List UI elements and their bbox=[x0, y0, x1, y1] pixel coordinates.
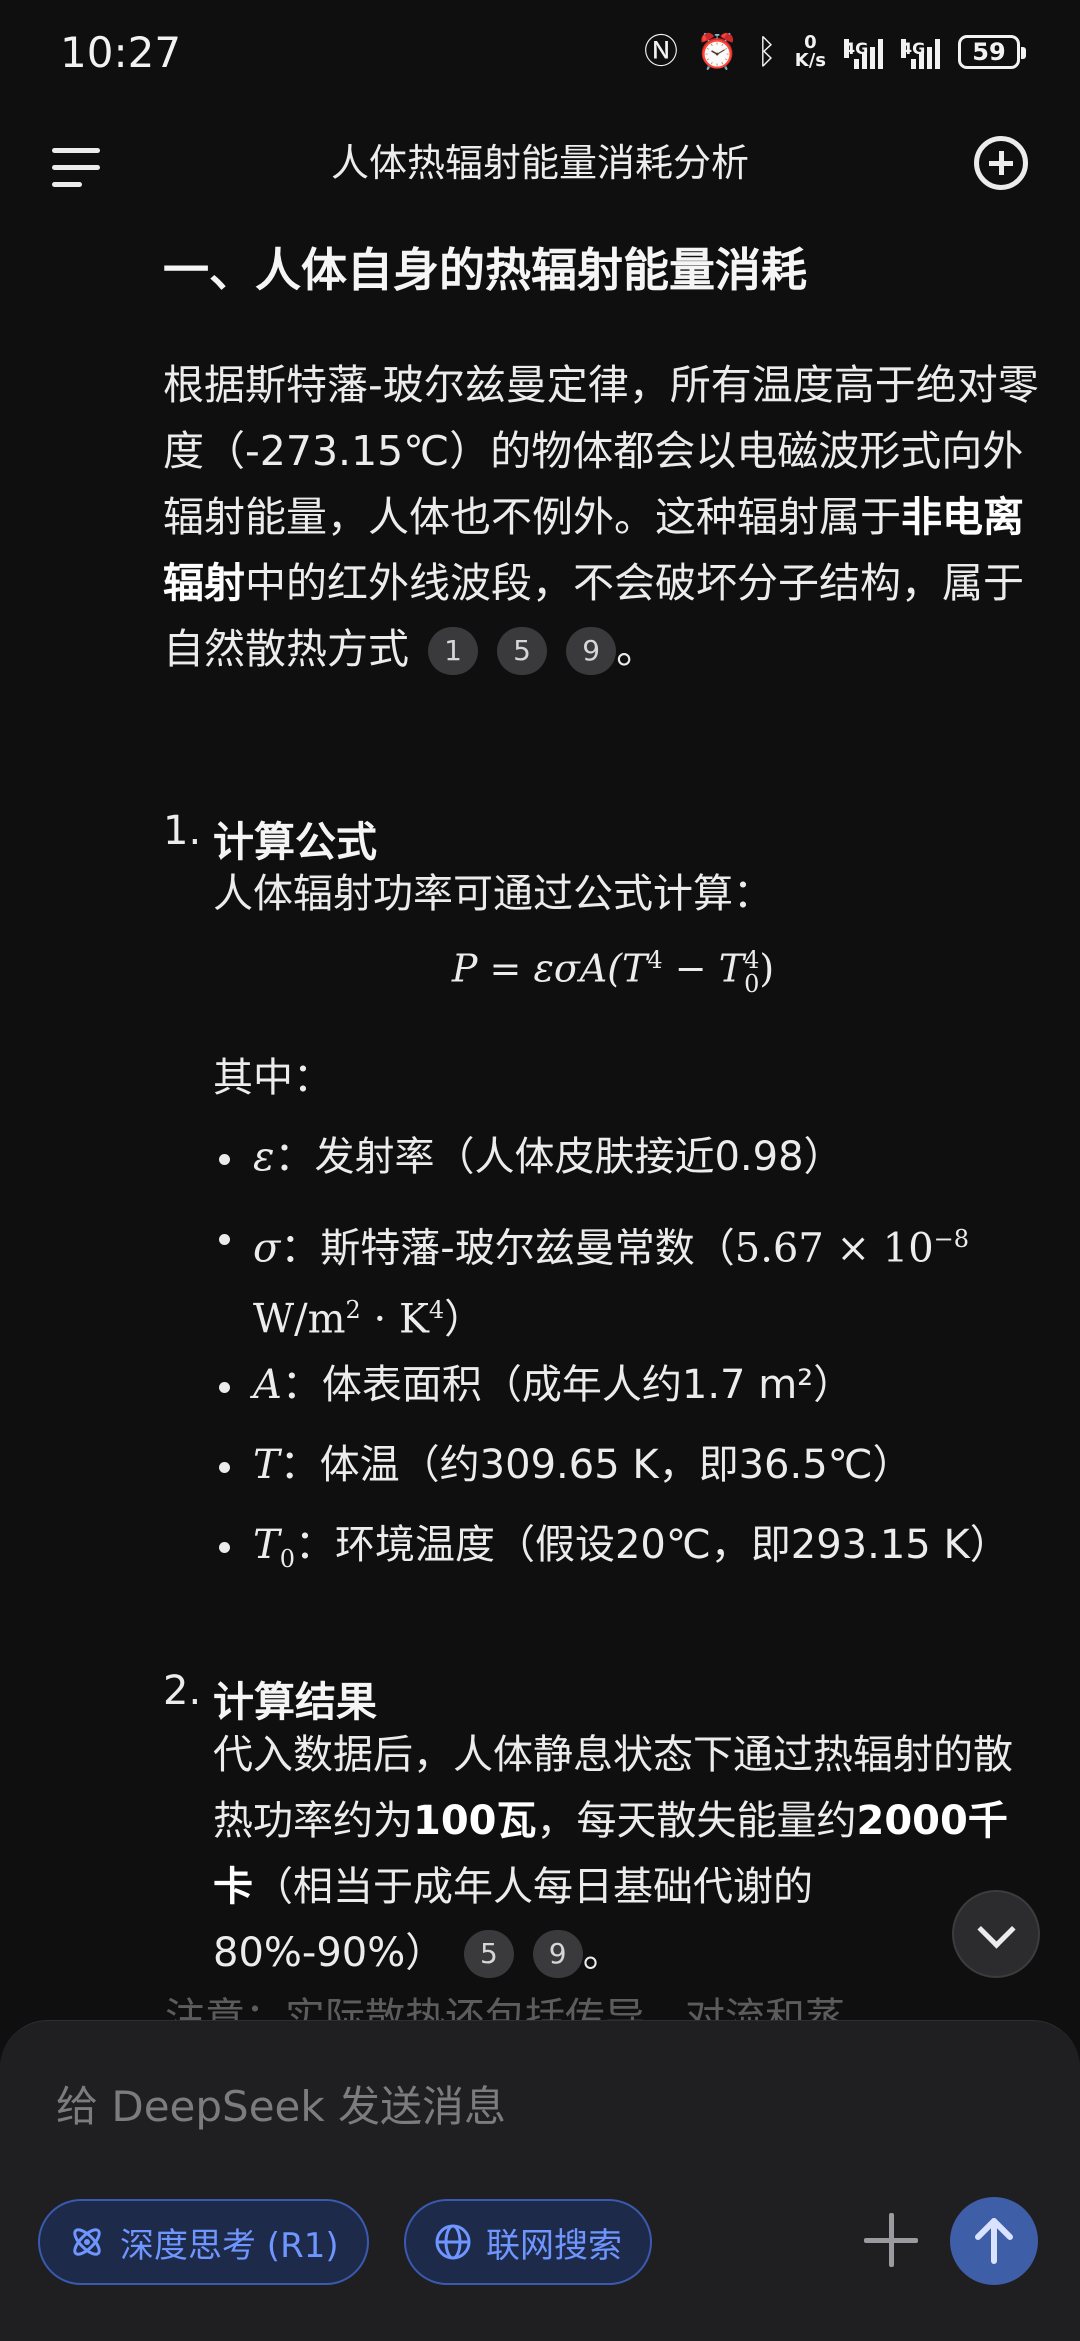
signal-2-icon: 4G bbox=[901, 35, 940, 69]
attach-button[interactable] bbox=[856, 2205, 926, 2275]
formula-minus: − bbox=[674, 946, 707, 991]
bullet-dot bbox=[219, 1542, 230, 1553]
nfc-icon: Ⓝ bbox=[644, 32, 678, 72]
formula-rhs1: εσA(T bbox=[533, 946, 648, 991]
deepthink-toggle[interactable]: 深度思考 (R1) bbox=[38, 2199, 369, 2285]
list-item-text: T：体温（约309.65 K，即36.5℃） bbox=[253, 1436, 1043, 1494]
web-search-label: 联网搜索 bbox=[486, 2225, 622, 2266]
where-label: 其中： bbox=[213, 1055, 333, 1101]
var-symbol: T bbox=[253, 1442, 280, 1488]
section-title: 计算结果 bbox=[213, 1678, 377, 1726]
bullet-dot bbox=[219, 1234, 230, 1245]
new-chat-button[interactable] bbox=[974, 136, 1028, 190]
result-paragraph: 代入数据后，人体静息状态下通过热辐射的散热功率约为100瓦，每天散失能量约200… bbox=[213, 1722, 1043, 1986]
list-item-text: σ：斯特藩-玻尔兹曼常数（5.67 × 10−8 W/m2 · K4） bbox=[253, 1208, 1043, 1351]
result-bold-1: 100瓦 bbox=[413, 1798, 537, 1844]
var-text: ：发射率（人体皮肤接近0.98） bbox=[274, 1134, 844, 1180]
var-symbol: σ bbox=[253, 1225, 281, 1272]
var-close: ） bbox=[444, 1296, 485, 1343]
var-text: ：体表面积（成年人约1.7 m²） bbox=[281, 1362, 854, 1408]
var-sub: 0 bbox=[279, 1545, 295, 1573]
var-symbol: ε bbox=[253, 1134, 275, 1180]
network-type-2: 4G bbox=[901, 39, 926, 58]
section-text: 人体辐射功率可通过公式计算： bbox=[213, 871, 773, 917]
var-math-unit: W/m bbox=[253, 1296, 346, 1343]
list-number: 1. bbox=[163, 808, 202, 854]
var-exp2: 2 bbox=[345, 1296, 361, 1325]
var-text: ：斯特藩-玻尔兹曼常数（ bbox=[280, 1225, 735, 1272]
result-end: 。 bbox=[582, 1930, 623, 1976]
message-input[interactable]: 给 DeepSeek 发送消息 bbox=[56, 2073, 506, 2134]
citation-badge[interactable]: 9 bbox=[566, 627, 617, 675]
net-speed: 0 K/s bbox=[795, 34, 826, 70]
var-text: ：环境温度（假设20℃，即293.15 K） bbox=[294, 1522, 1010, 1568]
intro-paragraph: 根据斯特藩-玻尔兹曼定律，所有温度高于绝对零度（-273.15℃）的物体都会以电… bbox=[163, 352, 1043, 682]
result-text-2: ，每天散失能量约 bbox=[536, 1798, 857, 1844]
status-bar: 10:27 Ⓝ ⏰ ᛒ 0 K/s 4G 4G 59 bbox=[0, 0, 1080, 110]
formula-rhs2: T bbox=[718, 946, 745, 991]
var-text: ：体温（约309.65 K，即36.5℃） bbox=[279, 1442, 913, 1488]
arrow-up-icon bbox=[975, 2218, 1013, 2264]
battery-icon: 59 bbox=[958, 35, 1026, 69]
bullet-dot bbox=[219, 1382, 230, 1393]
scroll-down-button[interactable] bbox=[952, 1890, 1040, 1978]
var-symbol: T bbox=[253, 1522, 280, 1568]
citation-badge[interactable]: 5 bbox=[497, 627, 548, 675]
chat-title[interactable]: 人体热辐射能量消耗分析 bbox=[0, 132, 1080, 187]
web-search-toggle[interactable]: 联网搜索 bbox=[404, 2199, 652, 2285]
formula-sub2: 0 bbox=[744, 970, 760, 999]
citation-badge[interactable]: 5 bbox=[463, 1930, 514, 1978]
list-item-text: A：体表面积（成年人约1.7 m²） bbox=[253, 1356, 1043, 1414]
formula-exp1: 4 bbox=[647, 946, 663, 974]
var-math-unit2: · K bbox=[360, 1296, 429, 1343]
alarm-icon: ⏰ bbox=[696, 32, 739, 72]
status-icons: Ⓝ ⏰ ᛒ 0 K/s 4G 4G 59 bbox=[644, 30, 1026, 74]
formula-eq: = bbox=[489, 946, 522, 991]
bullet-dot bbox=[219, 1462, 230, 1473]
list-number: 2. bbox=[163, 1668, 202, 1714]
var-exp3: 4 bbox=[428, 1296, 445, 1325]
formula-close: ) bbox=[759, 946, 775, 991]
var-symbol: A bbox=[253, 1362, 282, 1408]
atom-icon bbox=[73, 2228, 101, 2256]
section-heading: 一、人体自身的热辐射能量消耗 bbox=[163, 243, 807, 297]
citation-badge[interactable]: 1 bbox=[428, 627, 479, 675]
status-time: 10:27 bbox=[60, 28, 182, 77]
list-item-text: ε：发射率（人体皮肤接近0.98） bbox=[253, 1128, 1043, 1186]
intro-end: 。 bbox=[616, 625, 658, 673]
bluetooth-icon: ᛒ bbox=[756, 32, 777, 72]
send-button[interactable] bbox=[950, 2197, 1038, 2285]
citation-badge[interactable]: 9 bbox=[532, 1930, 583, 1978]
section-title: 计算公式 bbox=[213, 818, 377, 866]
formula-exp2: 4 bbox=[744, 946, 760, 975]
bullet-dot bbox=[219, 1154, 230, 1165]
network-type-1: 4G bbox=[844, 39, 869, 58]
deepthink-label: 深度思考 (R1) bbox=[120, 2225, 339, 2266]
globe-icon bbox=[435, 2224, 471, 2260]
net-speed-unit: K/s bbox=[794, 50, 826, 71]
list-item-text: T0：环境温度（假设20℃，即293.15 K） bbox=[253, 1516, 1043, 1588]
message-composer: 给 DeepSeek 发送消息 深度思考 (R1) 联网搜索 bbox=[0, 2020, 1080, 2341]
signal-1-icon: 4G bbox=[844, 35, 883, 69]
app-bar: 人体热辐射能量消耗分析 bbox=[0, 110, 1080, 210]
var-exp: −8 bbox=[933, 1225, 970, 1253]
radiation-formula: P = εσA(T4 − T 4 0) bbox=[213, 946, 1013, 996]
formula-lhs: P bbox=[451, 946, 478, 991]
var-math: 5.67 × 10 bbox=[734, 1225, 934, 1272]
